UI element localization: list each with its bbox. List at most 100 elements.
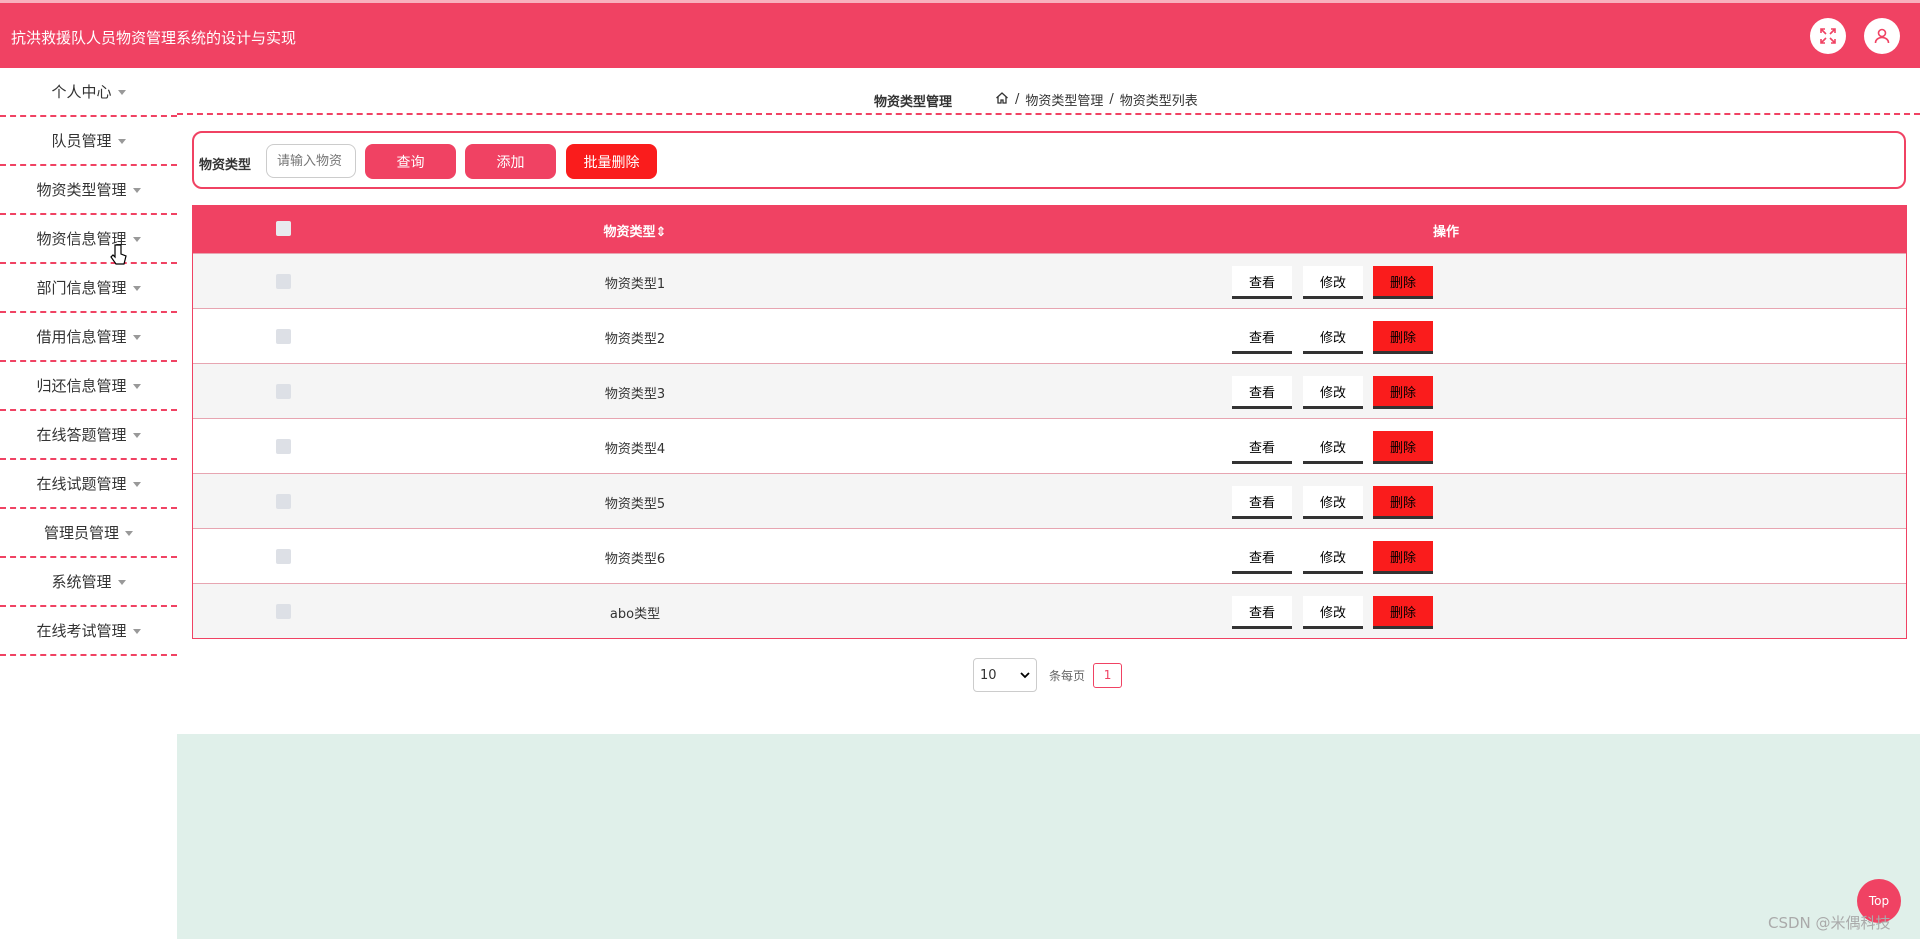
sidebar-item-label: 管理员管理 xyxy=(43,524,119,542)
select-all-checkbox[interactable] xyxy=(276,221,291,236)
batch-delete-button[interactable]: 批量删除 xyxy=(566,144,657,179)
page-button-current[interactable]: 1 xyxy=(1093,662,1123,688)
sidebar-item-online-answers[interactable]: 在线答题管理 xyxy=(0,411,177,460)
page-size-value: 10 xyxy=(980,667,997,683)
edit-button[interactable]: 修改 xyxy=(1303,431,1363,464)
table-row: abo类型 查看 修改 删除 xyxy=(193,583,1906,638)
sidebar-item-online-exams[interactable]: 在线考试管理 xyxy=(0,607,177,656)
table-row: 物资类型6 查看 修改 删除 xyxy=(193,528,1906,583)
sidebar-item-label: 队员管理 xyxy=(51,132,112,150)
caret-down-icon xyxy=(132,432,141,438)
query-button[interactable]: 查询 xyxy=(365,144,456,179)
sidebar-item-personal-center[interactable]: 个人中心 xyxy=(0,68,177,117)
sidebar-item-material-types[interactable]: 物资类型管理 xyxy=(0,166,177,215)
table-row: 物资类型3 查看 修改 删除 xyxy=(193,363,1906,418)
sidebar-item-departments[interactable]: 部门信息管理 xyxy=(0,264,177,313)
row-checkbox[interactable] xyxy=(276,439,291,454)
delete-button[interactable]: 删除 xyxy=(1373,596,1433,629)
view-button[interactable]: 查看 xyxy=(1232,376,1292,409)
edit-button[interactable]: 修改 xyxy=(1303,321,1363,354)
row-checkbox[interactable] xyxy=(276,494,291,509)
column-header-name[interactable]: 物资类型⇕ xyxy=(535,221,735,240)
sidebar-item-label: 物资类型管理 xyxy=(36,181,127,199)
watermark: CSDN @米偶科技 xyxy=(1768,914,1891,932)
edit-button[interactable]: 修改 xyxy=(1303,266,1363,299)
sort-icon[interactable]: ⇕ xyxy=(656,225,667,240)
edit-button[interactable]: 修改 xyxy=(1303,596,1363,629)
sidebar-item-admins[interactable]: 管理员管理 xyxy=(0,509,177,558)
sidebar-item-return-info[interactable]: 归还信息管理 xyxy=(0,362,177,411)
view-button[interactable]: 查看 xyxy=(1232,266,1292,299)
breadcrumb-level1[interactable]: 物资类型管理 xyxy=(1025,90,1103,109)
delete-button[interactable]: 删除 xyxy=(1373,431,1433,464)
view-button[interactable]: 查看 xyxy=(1232,541,1292,574)
row-checkbox[interactable] xyxy=(276,329,291,344)
view-button[interactable]: 查看 xyxy=(1232,486,1292,519)
delete-button[interactable]: 删除 xyxy=(1373,321,1433,354)
fullscreen-icon[interactable] xyxy=(1810,18,1846,54)
caret-down-icon xyxy=(132,334,141,340)
delete-button[interactable]: 删除 xyxy=(1373,266,1433,299)
caret-down-icon xyxy=(132,481,141,487)
sidebar-item-members[interactable]: 队员管理 xyxy=(0,117,177,166)
caret-down-icon xyxy=(132,285,141,291)
sidebar-item-online-questions[interactable]: 在线试题管理 xyxy=(0,460,177,509)
edit-button[interactable]: 修改 xyxy=(1303,486,1363,519)
breadcrumb-separator: / xyxy=(1015,92,1020,107)
view-button[interactable]: 查看 xyxy=(1232,431,1292,464)
edit-button[interactable]: 修改 xyxy=(1303,541,1363,574)
chevron-down-icon xyxy=(1020,672,1030,679)
sidebar-item-label: 在线试题管理 xyxy=(36,475,127,493)
cell-name: 物资类型6 xyxy=(604,552,666,567)
caret-down-icon xyxy=(132,628,141,634)
search-input[interactable] xyxy=(266,144,356,178)
footer-area xyxy=(177,734,1920,939)
sidebar-item-label: 个人中心 xyxy=(51,83,112,101)
caret-down-icon xyxy=(117,138,126,144)
sidebar-item-label: 归还信息管理 xyxy=(36,377,127,395)
table-row: 物资类型1 查看 修改 删除 xyxy=(193,253,1906,308)
cell-name: 物资类型1 xyxy=(604,277,666,292)
row-checkbox[interactable] xyxy=(276,604,291,619)
page-size-select[interactable]: 10 xyxy=(973,658,1037,692)
data-table: 物资类型⇕ 操作 物资类型1 查看 修改 删除 物资类型2 查看 修改 删除 物… xyxy=(192,205,1907,639)
mouse-cursor-icon xyxy=(110,244,128,270)
view-button[interactable]: 查看 xyxy=(1232,321,1292,354)
cell-name: 物资类型3 xyxy=(604,387,666,402)
pagination: 10 条每页 1 xyxy=(973,658,1123,692)
delete-button[interactable]: 删除 xyxy=(1373,541,1433,574)
table-header: 物资类型⇕ 操作 xyxy=(193,206,1906,253)
sidebar-item-label: 部门信息管理 xyxy=(36,279,127,297)
row-checkbox[interactable] xyxy=(276,549,291,564)
cell-name: 物资类型2 xyxy=(604,332,666,347)
sidebar-item-label: 借用信息管理 xyxy=(36,328,127,346)
user-icon[interactable] xyxy=(1864,18,1900,54)
app-title: 抗洪救援队人员物资管理系统的设计与实现 xyxy=(11,29,297,47)
sidebar-item-label: 在线答题管理 xyxy=(36,426,127,444)
row-checkbox[interactable] xyxy=(276,274,291,289)
top-bar: 抗洪救援队人员物资管理系统的设计与实现 xyxy=(0,0,1920,68)
breadcrumb-separator: / xyxy=(1109,92,1114,107)
view-button[interactable]: 查看 xyxy=(1232,596,1292,629)
delete-button[interactable]: 删除 xyxy=(1373,376,1433,409)
sidebar-item-system[interactable]: 系统管理 xyxy=(0,558,177,607)
page-title: 物资类型管理 xyxy=(874,95,953,110)
search-panel: 物资类型 查询 添加 批量删除 xyxy=(192,131,1906,189)
table-row: 物资类型2 查看 修改 删除 xyxy=(193,308,1906,363)
breadcrumb: 物资类型管理 / 物资类型管理 / 物资类型列表 xyxy=(177,68,1920,115)
cell-name: abo类型 xyxy=(609,607,661,622)
per-page-text: 条每页 xyxy=(1049,668,1086,683)
sidebar: 个人中心 队员管理 物资类型管理 物资信息管理 部门信息管理 借用信息管理 归还… xyxy=(0,68,177,939)
table-row: 物资类型5 查看 修改 删除 xyxy=(193,473,1906,528)
row-checkbox[interactable] xyxy=(276,384,291,399)
sidebar-item-borrow-info[interactable]: 借用信息管理 xyxy=(0,313,177,362)
edit-button[interactable]: 修改 xyxy=(1303,376,1363,409)
add-button[interactable]: 添加 xyxy=(465,144,556,179)
caret-down-icon xyxy=(125,530,133,536)
sidebar-item-material-info[interactable]: 物资信息管理 xyxy=(0,215,177,264)
caret-down-icon xyxy=(132,187,141,193)
delete-button[interactable]: 删除 xyxy=(1373,486,1433,519)
home-icon[interactable] xyxy=(995,91,1009,109)
caret-down-icon xyxy=(132,383,141,389)
column-header-actions: 操作 xyxy=(1433,225,1460,240)
